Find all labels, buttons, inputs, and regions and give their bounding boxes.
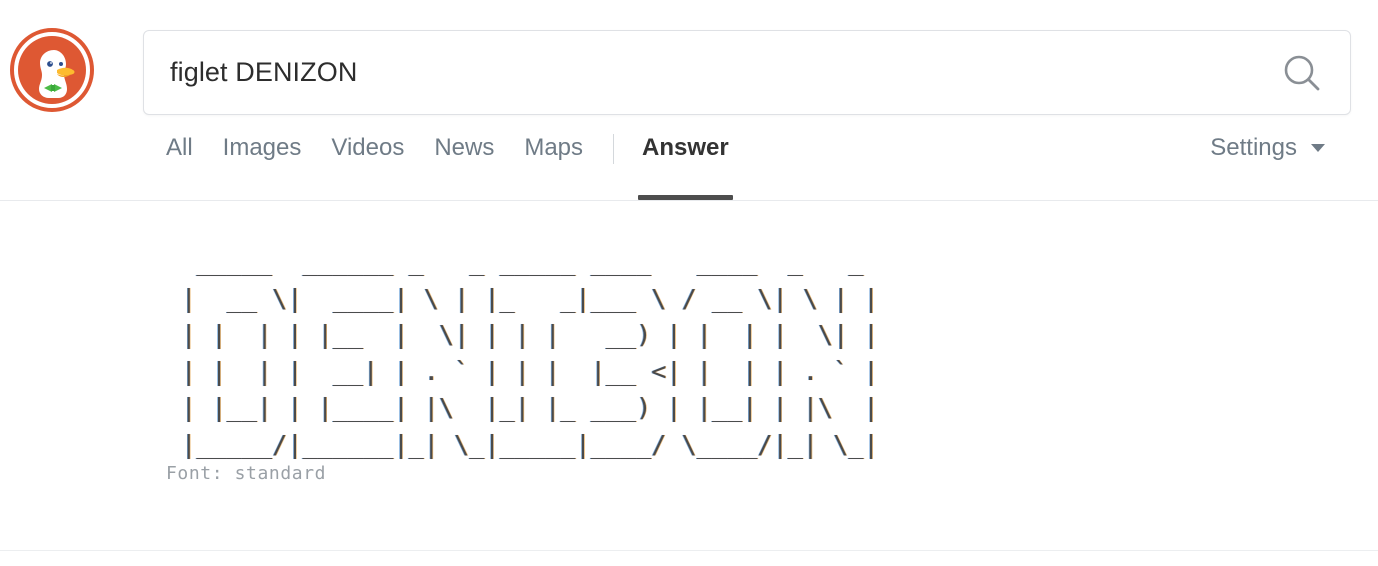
result-nav: All Images Videos News Maps Answer Setti…: [0, 134, 1378, 201]
settings-menu[interactable]: Settings: [1210, 134, 1325, 162]
tab-maps[interactable]: Maps: [524, 134, 583, 200]
figlet-font-note: Font: standard: [166, 463, 327, 484]
search-input[interactable]: [144, 57, 1254, 88]
tab-videos[interactable]: Videos: [331, 134, 404, 200]
tab-answer[interactable]: Answer: [638, 134, 733, 200]
nav-divider: [613, 134, 615, 164]
figlet-ascii-art: _____ ______ _ _ _____ ____ ____ _ _ | _…: [181, 247, 879, 459]
answer-panel: _____ ______ _ _ _____ ____ ____ _ _ | _…: [0, 201, 1378, 566]
duckduckgo-duck-logo-icon: [10, 28, 94, 112]
content-divider: [0, 550, 1378, 551]
search-box[interactable]: [143, 30, 1351, 115]
chevron-down-icon: [1311, 144, 1325, 152]
nav-tabs: All Images Videos News Maps Answer: [166, 134, 759, 201]
page-header: All Images Videos News Maps Answer Setti…: [0, 0, 1378, 201]
settings-label: Settings: [1210, 134, 1297, 161]
search-submit-button[interactable]: [1254, 31, 1350, 114]
search-icon: [1284, 55, 1320, 90]
tab-news[interactable]: News: [434, 134, 494, 200]
duckduckgo-logo-link[interactable]: [10, 28, 94, 112]
tab-all[interactable]: All: [166, 134, 193, 200]
tab-images[interactable]: Images: [223, 134, 302, 200]
